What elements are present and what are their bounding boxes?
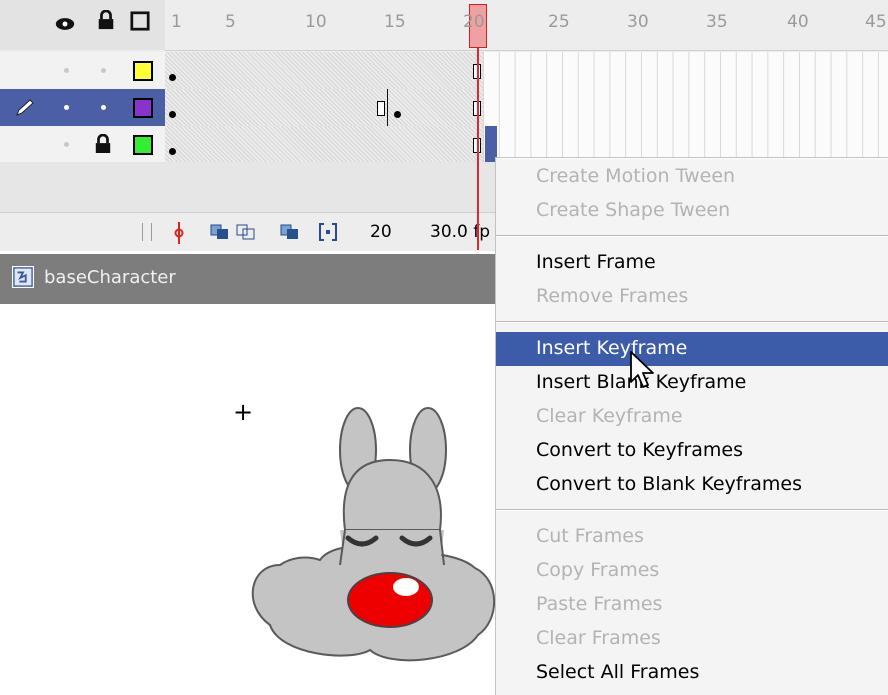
layer-outline-color[interactable]	[133, 135, 153, 155]
menu-item-paste-frames[interactable]: Paste Frames	[496, 588, 888, 622]
empty-frames[interactable]	[483, 89, 888, 126]
ruler-tick: 45	[865, 12, 887, 32]
eye-icon[interactable]	[55, 14, 75, 34]
lock-dot[interactable]	[101, 105, 106, 110]
menu-item-label: Create Shape Tween	[536, 199, 731, 221]
span-divider	[387, 89, 388, 126]
menu-separator	[496, 321, 888, 323]
onion-skin-icon[interactable]	[210, 224, 230, 240]
menu-item-label: Convert to Blank Keyframes	[536, 473, 803, 495]
resize-grip[interactable]	[142, 223, 152, 241]
end-frame[interactable]	[377, 101, 385, 116]
layer-row[interactable]	[0, 52, 165, 89]
frame-row[interactable]	[165, 52, 888, 90]
playhead-line	[477, 44, 479, 250]
menu-item-clear-frames[interactable]: Clear Frames	[496, 622, 888, 656]
modify-onion-markers-icon[interactable]	[318, 223, 338, 241]
ruler-tick: 10	[305, 12, 327, 32]
empty-frames[interactable]	[483, 52, 888, 89]
frame-rate: 30.0 fp	[430, 222, 491, 242]
breadcrumb-scene[interactable]: baseCharacter	[44, 267, 176, 288]
pencil-icon	[16, 99, 34, 116]
menu-item-label: Remove Frames	[536, 285, 689, 307]
frame-row[interactable]	[165, 89, 888, 127]
menu-item-label: Insert Keyframe	[536, 337, 688, 359]
menu-item-create-motion-tween[interactable]: Create Motion Tween	[496, 160, 888, 194]
movie-clip-symbol-icon[interactable]	[12, 266, 34, 288]
menu-item-label: Clear Frames	[536, 627, 661, 649]
menu-item-label: Convert to Keyframes	[536, 439, 743, 461]
lock-icon[interactable]	[96, 10, 116, 30]
menu-item-insert-keyframe[interactable]: Insert Keyframe	[496, 332, 888, 366]
center-frame-icon[interactable]	[174, 222, 184, 244]
frame-span[interactable]	[165, 52, 483, 89]
ruler-tick: 30	[627, 12, 649, 32]
context-menu: Create Motion Tween Create Shape Tween I…	[495, 157, 888, 695]
menu-item-label: Paste Frames	[536, 593, 663, 615]
layer-row[interactable]	[0, 126, 165, 163]
ruler-tick: 40	[787, 12, 809, 32]
layer-outline-color[interactable]	[133, 61, 153, 81]
keyframe[interactable]	[169, 111, 176, 118]
keyframe[interactable]	[169, 148, 176, 155]
menu-item-label: Create Motion Tween	[536, 165, 736, 187]
menu-item-label: Copy Frames	[536, 559, 660, 581]
onion-skin-outlines-icon[interactable]	[236, 224, 256, 240]
menu-item-select-all-frames[interactable]: Select All Frames	[496, 656, 888, 690]
ruler-tick: 5	[225, 12, 236, 32]
current-frame: 20	[370, 222, 392, 242]
menu-item-label: Cut Frames	[536, 525, 644, 547]
ruler-tick: 35	[706, 12, 728, 32]
menu-item-insert-frame[interactable]: Insert Frame	[496, 246, 888, 280]
frame-ruler[interactable]: 1 5 10 15 20 25 30 35 40 45	[165, 0, 888, 51]
menu-item-label: Select All Frames	[536, 661, 700, 683]
lock-dot[interactable]	[101, 68, 106, 73]
visibility-dot[interactable]	[64, 105, 69, 110]
menu-separator	[496, 235, 888, 237]
menu-item-convert-to-blank-keyframes[interactable]: Convert to Blank Keyframes	[496, 468, 888, 502]
menu-separator	[496, 509, 888, 511]
outline-icon[interactable]	[130, 11, 150, 31]
frame-span[interactable]	[165, 126, 483, 163]
visibility-dot[interactable]	[64, 142, 69, 147]
mouse-pointer-icon	[630, 351, 654, 388]
layer-outline-color[interactable]	[133, 98, 153, 118]
keyframe[interactable]	[394, 111, 401, 118]
menu-item-convert-to-keyframes[interactable]: Convert to Keyframes	[496, 434, 888, 468]
menu-item-cut-frames[interactable]: Cut Frames	[496, 520, 888, 554]
layer-header	[0, 0, 165, 50]
ruler-tick: 25	[548, 12, 570, 32]
keyframe[interactable]	[169, 74, 176, 81]
bunny-character[interactable]	[240, 400, 500, 690]
ruler-tick: 20	[463, 12, 485, 32]
ruler-tick: 15	[384, 12, 406, 32]
visibility-dot[interactable]	[64, 68, 69, 73]
lock-icon[interactable]	[94, 134, 112, 154]
frame-span[interactable]	[165, 89, 483, 126]
menu-item-label: Clear Keyframe	[536, 405, 683, 427]
menu-item-copy-frames[interactable]: Copy Frames	[496, 554, 888, 588]
menu-item-create-shape-tween[interactable]: Create Shape Tween	[496, 194, 888, 228]
menu-item-insert-blank-keyframe[interactable]: Insert Blank Keyframe	[496, 366, 888, 400]
menu-item-clear-keyframe[interactable]: Clear Keyframe	[496, 400, 888, 434]
menu-item-label: Insert Frame	[536, 251, 656, 273]
menu-item-remove-frames[interactable]: Remove Frames	[496, 280, 888, 314]
ruler-tick: 1	[171, 12, 182, 32]
edit-multiple-frames-icon[interactable]	[280, 224, 300, 240]
layer-row-selected[interactable]	[0, 89, 165, 126]
